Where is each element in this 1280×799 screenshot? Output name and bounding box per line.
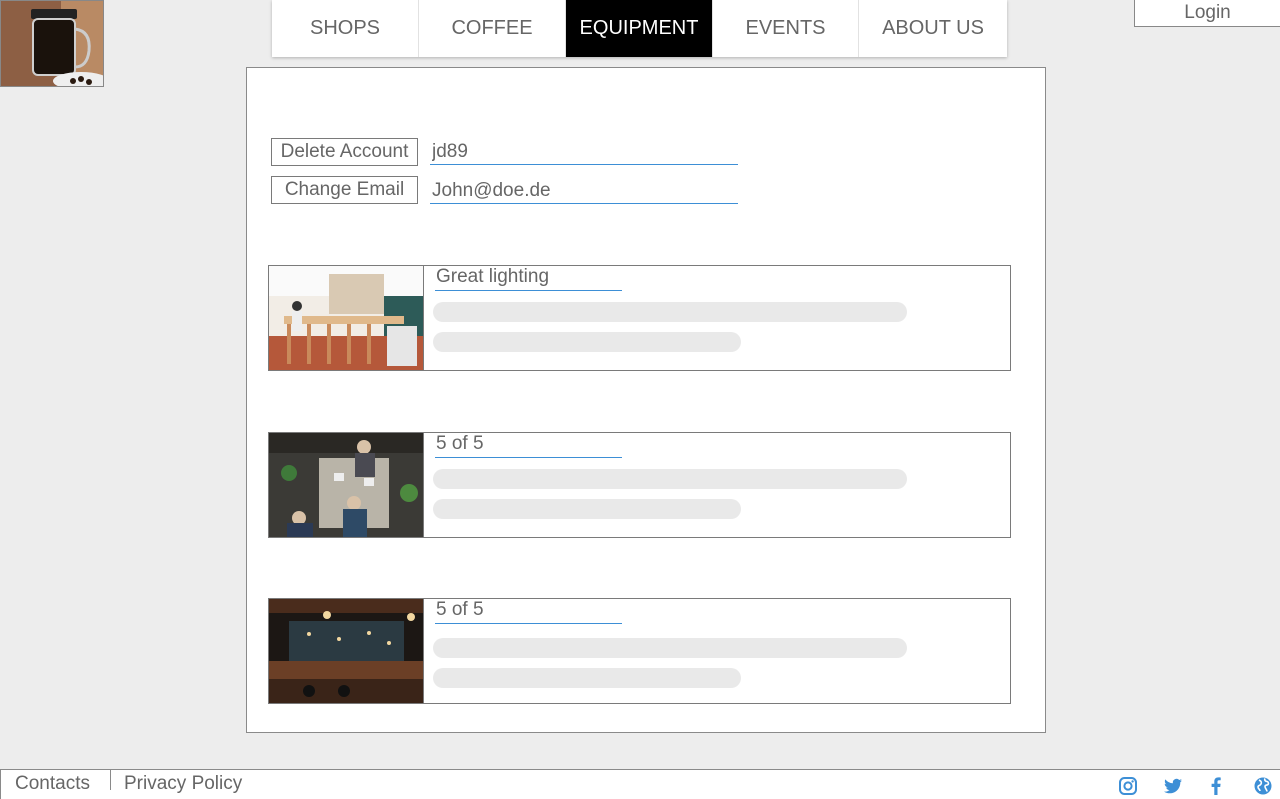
delete-account-button[interactable]: Delete Account	[271, 138, 418, 166]
text-placeholder-bar	[433, 469, 907, 489]
privacy-policy-link[interactable]: Privacy Policy	[124, 770, 242, 798]
email-field[interactable]	[430, 178, 738, 204]
account-panel: Delete Account Change Email	[246, 67, 1046, 733]
review-title: 5 of 5	[435, 599, 622, 624]
review-title: 5 of 5	[435, 433, 622, 458]
change-email-button[interactable]: Change Email	[271, 176, 418, 204]
dark-bar-interior-image	[269, 599, 424, 703]
logo-coffee-image[interactable]	[0, 0, 104, 87]
instagram-icon[interactable]	[1118, 776, 1138, 796]
nav-equipment[interactable]: EQUIPMENT	[566, 0, 713, 57]
text-placeholder-bar	[433, 638, 907, 658]
globe-icon[interactable]	[1253, 776, 1273, 796]
nav-coffee[interactable]: COFFEE	[419, 0, 566, 57]
nav-about-us[interactable]: ABOUT US	[859, 0, 1007, 57]
bright-cafe-interior-image	[269, 266, 424, 370]
twitter-icon[interactable]	[1163, 776, 1183, 796]
text-placeholder-bar	[433, 499, 741, 519]
review-card[interactable]: 5 of 5	[268, 598, 1011, 704]
contacts-link[interactable]: Contacts	[15, 770, 90, 798]
cafe-people-working-image	[269, 433, 424, 537]
username-field[interactable]	[430, 139, 738, 165]
french-press-icon	[1, 1, 103, 86]
text-placeholder-bar	[433, 302, 907, 322]
text-placeholder-bar	[433, 668, 741, 688]
text-placeholder-bar	[433, 332, 741, 352]
nav-shops[interactable]: SHOPS	[272, 0, 419, 57]
main-nav: SHOPS COFFEE EQUIPMENT EVENTS ABOUT US	[272, 0, 1007, 57]
footer: Contacts Privacy Policy	[0, 769, 1280, 799]
review-title: Great lighting	[435, 266, 622, 291]
review-card[interactable]: Great lighting	[268, 265, 1011, 371]
review-card[interactable]: 5 of 5	[268, 432, 1011, 538]
login-button[interactable]: Login	[1134, 0, 1280, 27]
facebook-icon[interactable]	[1206, 776, 1226, 796]
footer-divider	[110, 770, 111, 790]
nav-events[interactable]: EVENTS	[713, 0, 859, 57]
